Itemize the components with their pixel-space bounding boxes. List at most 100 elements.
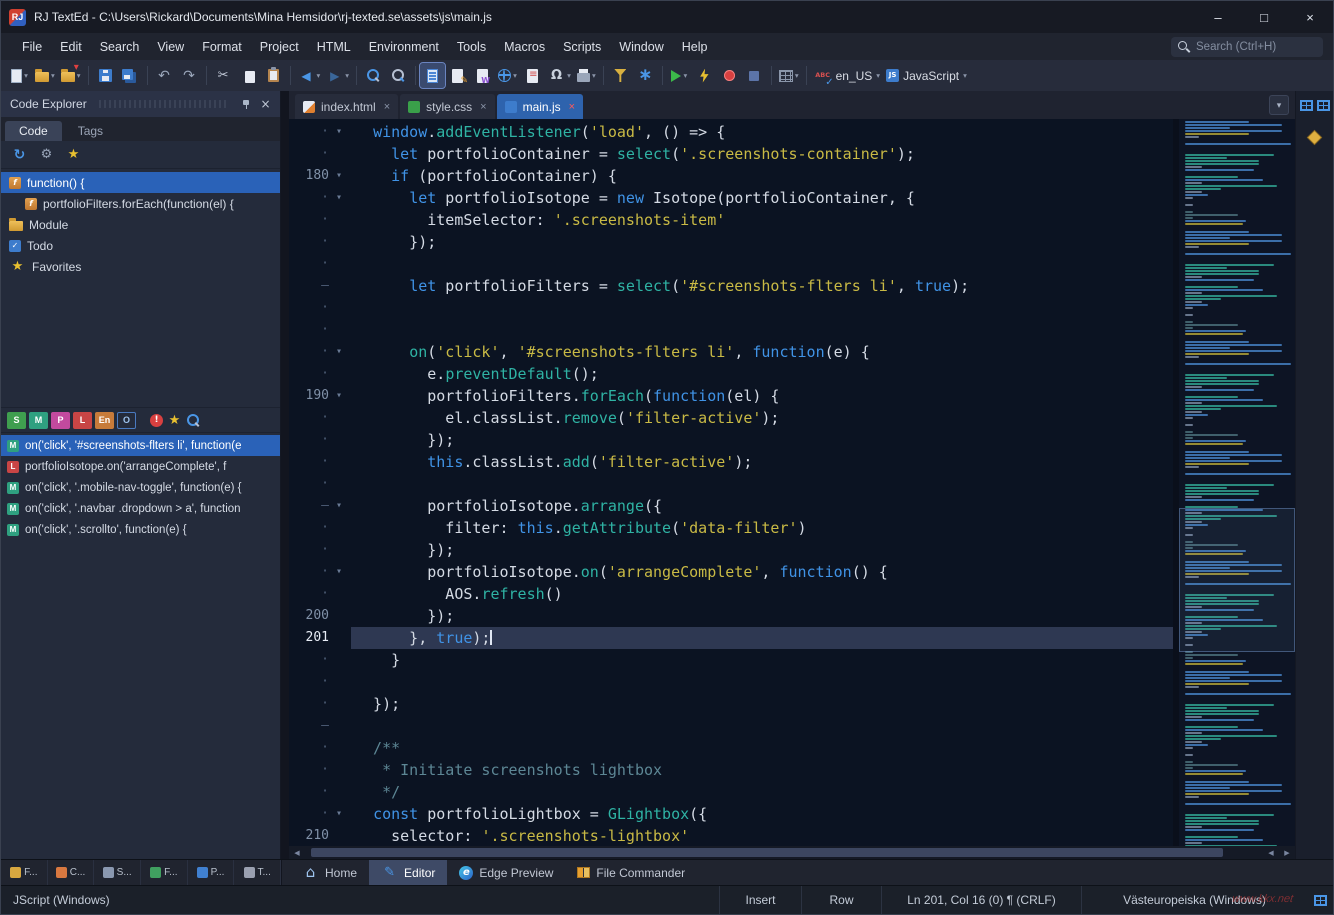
code-line[interactable]: · }); (289, 231, 1173, 253)
symbols-filter-p[interactable]: P (51, 412, 70, 429)
editor-tab-style-css[interactable]: style.css× (400, 94, 494, 119)
add-favorite-icon[interactable]: ★ (65, 146, 82, 163)
tools-panel-tab[interactable]: T... (234, 860, 281, 885)
symbols-filter-s[interactable]: S (7, 412, 26, 429)
symbol-item[interactable]: Mon('click', '.mobile-nav-toggle', funct… (1, 477, 280, 498)
scroll-left-icon[interactable]: ◀ (289, 849, 305, 857)
syntax-indicator[interactable]: JScript (Windows) (1, 886, 122, 914)
code-line[interactable]: · (289, 319, 1173, 341)
symbol-item[interactable]: Mon('click', '.navbar .dropdown > a', fu… (1, 498, 280, 519)
save-all-button[interactable] (118, 63, 143, 88)
code-line[interactable]: ·▾ portfolioIsotope.on('arrangeComplete'… (289, 561, 1173, 583)
menu-scripts[interactable]: Scripts (554, 36, 610, 58)
validate-document-button[interactable] (520, 63, 545, 88)
status-field-insert-mode[interactable]: Insert (719, 886, 801, 914)
editor-tab-index-html[interactable]: index.html× (295, 94, 398, 119)
quick-run-button[interactable] (692, 63, 717, 88)
merge-tool-button[interactable] (608, 63, 633, 88)
symbol-item[interactable]: LportfolioIsotope.on('arrangeComplete', … (1, 456, 280, 477)
tab-list-dropdown[interactable]: ▾ (1269, 95, 1289, 115)
panel-tab-code[interactable]: Code (5, 121, 62, 141)
code-line[interactable]: · }); (289, 693, 1173, 715)
edit-document-button[interactable] (445, 63, 470, 88)
menu-format[interactable]: Format (193, 36, 251, 58)
status-field-caret-position[interactable]: Ln 201, Col 16 (0) ¶ (CRLF) (881, 886, 1081, 914)
menu-tools[interactable]: Tools (448, 36, 495, 58)
code-line[interactable]: ·▾ const portfolioLightbox = GLightbox({ (289, 803, 1173, 825)
split-view-icon[interactable] (1300, 100, 1313, 111)
code-line[interactable]: · (289, 671, 1173, 693)
code-line[interactable]: ·▾ on('click', '#screenshots-flters li',… (289, 341, 1173, 363)
minimap-viewport[interactable] (1179, 508, 1295, 652)
code-line[interactable]: 180▾ if (portfolioContainer) { (289, 165, 1173, 187)
view-tab-file-commander[interactable]: File Commander (565, 860, 697, 885)
tree-item[interactable]: fportfolioFilters.forEach(function(el) { (1, 193, 280, 214)
open-remote-button[interactable]: ▾ (58, 63, 84, 88)
symbol-item[interactable]: Mon('click', '#screenshots-flters li', f… (1, 435, 280, 456)
maximize-button[interactable]: □ (1241, 1, 1287, 33)
redo-button[interactable]: ↷ (177, 63, 202, 88)
browser-preview-button[interactable]: ▾ (495, 63, 520, 88)
menu-edit[interactable]: Edit (51, 36, 91, 58)
code-line[interactable]: · * Initiate screenshots lightbox (289, 759, 1173, 781)
symbols-filter-en[interactable]: En (95, 412, 114, 429)
search-panel-tab[interactable]: S... (94, 860, 141, 885)
copy-button[interactable] (236, 63, 261, 88)
layout-view-icon[interactable] (1317, 100, 1330, 111)
marker-diamond-icon[interactable] (1306, 129, 1323, 146)
tree-item[interactable]: ffunction() { (1, 172, 280, 193)
code-line[interactable]: 201 }, true); (289, 627, 1173, 649)
tree-item[interactable]: Module (1, 214, 280, 235)
code-line[interactable]: · } (289, 649, 1173, 671)
menu-help[interactable]: Help (673, 36, 717, 58)
symbol-item[interactable]: Mon('click', '.scrollto', function(e) { (1, 519, 280, 540)
fold-toggle-icon[interactable]: ▾ (329, 341, 349, 363)
tab-close-icon[interactable]: × (569, 101, 575, 113)
search-input[interactable] (1196, 41, 1316, 53)
gear-icon[interactable]: ⚙ (38, 146, 55, 163)
status-field-encoding[interactable]: Västeuropeiska (Windows) (1081, 886, 1307, 914)
code-line[interactable]: · (289, 473, 1173, 495)
fold-toggle-icon[interactable]: ▾ (329, 187, 349, 209)
refresh-icon[interactable]: ↻ (11, 146, 28, 163)
menu-file[interactable]: File (13, 36, 51, 58)
resize-grip[interactable] (1307, 886, 1333, 914)
code-line[interactable]: · let portfolioContainer = select('.scre… (289, 143, 1173, 165)
special-characters-button[interactable]: Ω▾ (545, 63, 574, 88)
panel-splitter[interactable] (281, 91, 289, 859)
clips-panel-tab[interactable]: C... (48, 860, 95, 885)
horizontal-scrollbar[interactable]: ◀ ◀ ▶ (289, 846, 1295, 859)
scrollbar-thumb[interactable] (311, 848, 1223, 857)
scroll-right-icon[interactable]: ▶ (1279, 849, 1295, 857)
minimize-button[interactable]: – (1195, 1, 1241, 33)
code-line[interactable]: –▾ portfolioIsotope.arrange({ (289, 495, 1173, 517)
stop-macro-button[interactable] (742, 63, 767, 88)
preview-current-button[interactable] (420, 63, 445, 88)
editor-tab-main-js[interactable]: main.js× (497, 94, 583, 119)
tab-close-icon[interactable]: × (384, 101, 390, 113)
menu-view[interactable]: View (148, 36, 193, 58)
code-line[interactable]: 190▾ portfolioFilters.forEach(function(e… (289, 385, 1173, 407)
fold-toggle-icon[interactable]: ▾ (329, 385, 349, 407)
fold-toggle-icon[interactable]: ▾ (329, 561, 349, 583)
navigate-back-button[interactable]: ◀▾ (295, 63, 324, 88)
code-area[interactable]: ·▾ window.addEventListener('load', () =>… (289, 119, 1173, 846)
code-line[interactable]: ·▾ let portfolioIsotope = new Isotope(po… (289, 187, 1173, 209)
format-code-button[interactable]: ∗ (633, 63, 658, 88)
fold-toggle-icon[interactable]: ▾ (329, 121, 349, 143)
scroll-left2-icon[interactable]: ◀ (1263, 849, 1279, 857)
panel-tab-tags[interactable]: Tags (64, 121, 117, 141)
layout-grid-button[interactable]: ▾ (776, 63, 802, 88)
code-line[interactable]: · el.classList.remove('filter-active'); (289, 407, 1173, 429)
code-line[interactable]: · }); (289, 539, 1173, 561)
print-button[interactable]: ▾ (574, 63, 599, 88)
tree-item[interactable]: ✓Todo (1, 235, 280, 256)
code-line[interactable]: 210 selector: '.screenshots-lightbox' (289, 825, 1173, 846)
fold-toggle-icon[interactable]: ▾ (329, 165, 349, 187)
code-line[interactable]: · AOS.refresh() (289, 583, 1173, 605)
files-panel-tab[interactable]: F... (1, 860, 48, 885)
code-line[interactable]: 200 }); (289, 605, 1173, 627)
view-tab-edge-preview[interactable]: eEdge Preview (447, 860, 565, 885)
menu-environment[interactable]: Environment (360, 36, 448, 58)
open-file-button[interactable]: ▾ (32, 63, 58, 88)
